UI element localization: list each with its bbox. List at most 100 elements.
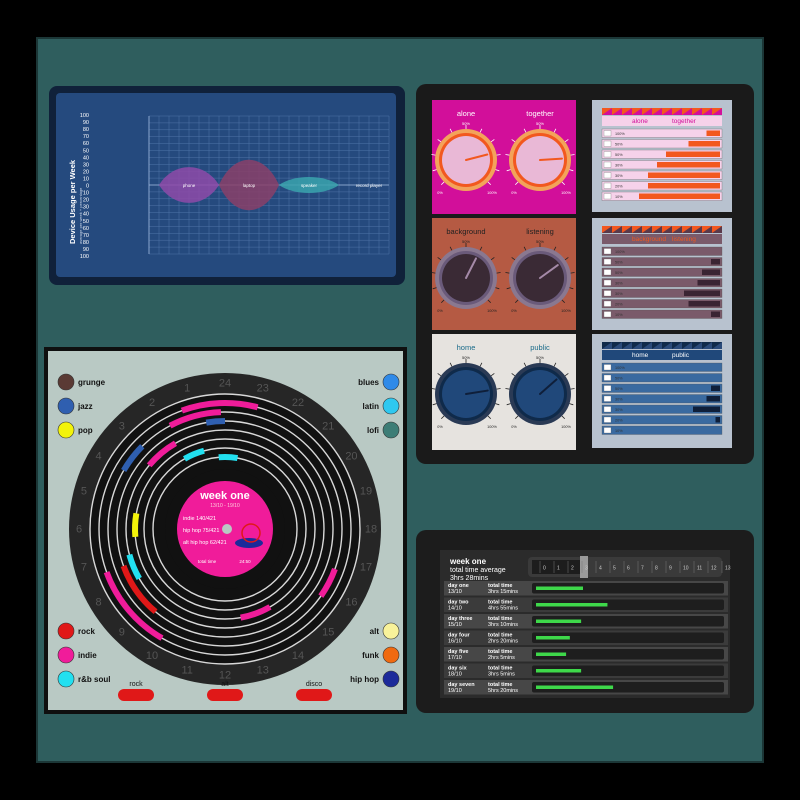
genre-swatch[interactable]	[57, 397, 75, 415]
bar-row-pct: 30%	[615, 398, 623, 402]
day-bar-fill	[536, 586, 583, 590]
y-tick-label: 10	[83, 191, 89, 197]
bar-row-pct: 30%	[615, 292, 623, 296]
hour-label: 5	[613, 566, 616, 572]
day-bar-fill	[536, 603, 608, 607]
bar-row-checkbox[interactable]	[603, 258, 612, 265]
timeline-title: week one	[449, 557, 487, 566]
hour-label: 3	[119, 420, 125, 432]
timeline-subtitle: total time average	[450, 567, 506, 574]
genre-swatch[interactable]	[57, 646, 75, 664]
bar-row-checkbox[interactable]	[603, 151, 612, 158]
bar-row-checkbox[interactable]	[603, 140, 612, 147]
bar-row-pct: 10%	[615, 429, 623, 433]
vinyl-title: week one	[199, 490, 250, 502]
genre-label: blues	[358, 378, 379, 387]
hour-label: 24	[219, 378, 231, 390]
y-tick-label: 80	[83, 127, 89, 133]
bar-row-pct: 10%	[615, 313, 623, 317]
dial-max-label: 100%	[561, 191, 571, 195]
bar-row-checkbox[interactable]	[603, 290, 612, 297]
bar-row-checkbox[interactable]	[603, 182, 612, 189]
bar-row-checkbox[interactable]	[603, 130, 612, 137]
bar-row-fill	[715, 417, 720, 423]
bar-row-checkbox[interactable]	[603, 374, 612, 381]
bar-row-checkbox[interactable]	[603, 311, 612, 318]
bar-row-checkbox[interactable]	[603, 427, 612, 434]
genre-swatch[interactable]	[57, 670, 75, 688]
hour-label: 21	[322, 420, 334, 432]
day-total-time: 3hrs 5mins	[488, 672, 515, 678]
bar-header-right: public	[672, 352, 690, 359]
bar-row-checkbox[interactable]	[603, 248, 612, 255]
bar-header-left: home	[632, 352, 649, 359]
day-bar-fill	[536, 636, 570, 640]
chart-subtitle: average per week + percentage	[78, 187, 83, 244]
timeline-chart: week one total time average 3hrs 28mins …	[440, 550, 731, 698]
y-tick-label: 100	[80, 113, 89, 119]
pattern-legend-label: alt	[221, 681, 228, 688]
hour-label: 7	[641, 566, 644, 572]
bar-row-checkbox[interactable]	[603, 395, 612, 402]
y-tick-label: 40	[83, 155, 89, 161]
day-total-time: 5hrs 20mins	[488, 688, 518, 694]
hour-label: 4	[95, 451, 101, 463]
y-tick-label: 50	[83, 148, 89, 154]
bar-row-checkbox[interactable]	[603, 385, 612, 392]
genre-label: alt	[370, 627, 380, 636]
hour-label: 22	[292, 397, 304, 409]
dial-label: listening	[526, 227, 554, 236]
hour-label: 1	[557, 566, 560, 572]
pattern-legend-label: disco	[306, 681, 322, 688]
hour-label: 7	[81, 561, 87, 573]
vinyl-line1: indie 140/421	[183, 516, 216, 522]
bar-row-checkbox[interactable]	[603, 172, 612, 179]
dial-min-label: 0%	[437, 309, 443, 313]
bar-row-checkbox[interactable]	[603, 300, 612, 307]
bar-row-checkbox[interactable]	[603, 161, 612, 168]
bar-row-checkbox[interactable]	[603, 193, 612, 200]
pattern-legend-pill[interactable]	[207, 689, 243, 701]
day-total-time: 3hrs 10mins	[488, 622, 518, 628]
genre-swatch[interactable]	[57, 622, 75, 640]
vinyl-dates: 13/10 - 19/10	[210, 503, 240, 509]
genre-label: lofi	[367, 426, 379, 435]
bar-row-pct: 30%	[615, 408, 623, 412]
genre-label: latin	[363, 402, 380, 411]
y-tick-label: 60	[83, 141, 89, 147]
day-total-time: 2hrs 5mins	[488, 655, 515, 661]
genre-swatch[interactable]	[382, 646, 400, 664]
bar-row-pct: 100%	[615, 132, 625, 136]
bar-row-checkbox[interactable]	[603, 269, 612, 276]
hour-label: 2	[571, 566, 574, 572]
genre-swatch[interactable]	[382, 670, 400, 688]
bar-row-checkbox[interactable]	[603, 406, 612, 413]
bar-row-checkbox[interactable]	[603, 364, 612, 371]
bar-row-pct: 20%	[615, 185, 623, 189]
bar-row-fill	[697, 280, 720, 286]
genre-swatch[interactable]	[382, 373, 400, 391]
listening-arc	[218, 454, 239, 462]
pattern-legend-label: rock	[129, 681, 143, 688]
bar-row-fill	[693, 406, 720, 412]
dial-label: public	[530, 343, 550, 352]
hour-label: 16	[345, 597, 357, 609]
pattern-legend-pill[interactable]	[296, 689, 332, 701]
bar-row-fill	[711, 311, 720, 317]
bar-row-pct: 100%	[615, 366, 625, 370]
listening-arc	[132, 512, 140, 538]
hour-label: 18	[365, 524, 377, 536]
y-tick-label: 60	[83, 226, 89, 232]
day-date: 13/10	[448, 589, 462, 595]
genre-swatch[interactable]	[382, 622, 400, 640]
bar-row-pct: 30%	[615, 282, 623, 286]
bar-row-checkbox[interactable]	[603, 279, 612, 286]
genre-swatch[interactable]	[382, 421, 400, 439]
genre-swatch[interactable]	[57, 421, 75, 439]
genre-label: jazz	[77, 402, 93, 411]
genre-swatch[interactable]	[382, 397, 400, 415]
bar-row-checkbox[interactable]	[603, 416, 612, 423]
genre-swatch[interactable]	[57, 373, 75, 391]
pattern-legend-pill[interactable]	[118, 689, 154, 701]
day-total-time: 3hrs 15mins	[488, 589, 518, 595]
